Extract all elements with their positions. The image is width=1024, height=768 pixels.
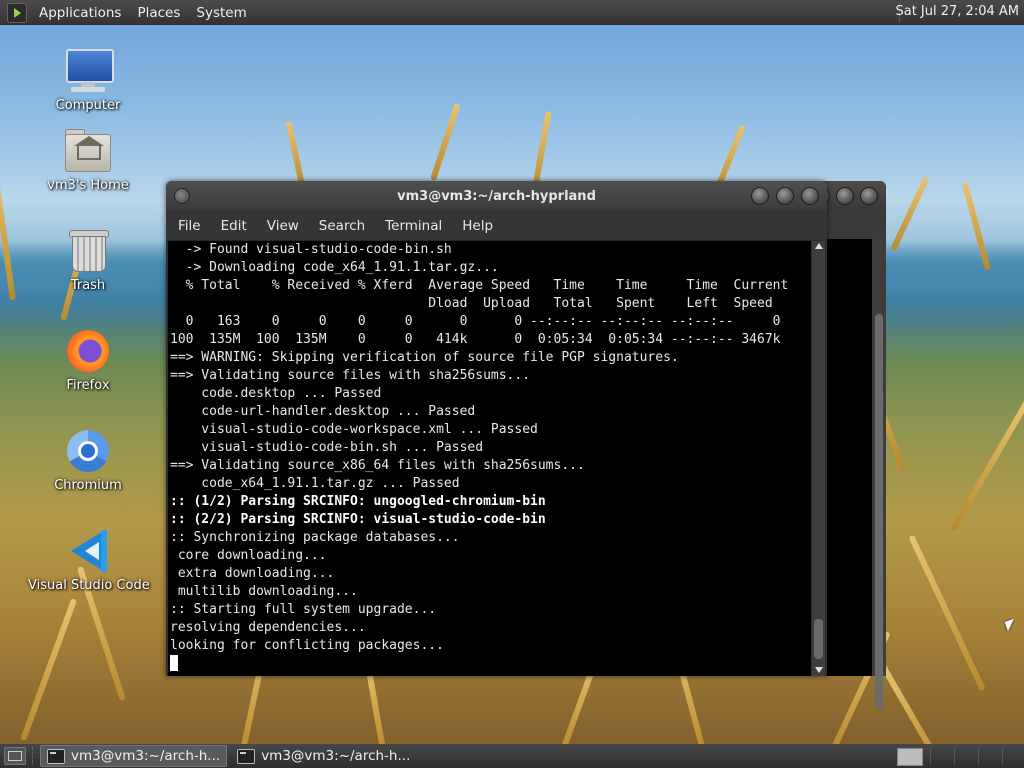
menu-applications[interactable]: Applications — [31, 5, 129, 21]
top-panel: Applications Places System Sat Jul 27, 2… — [0, 0, 1024, 25]
terminal-line: visual-studio-code-workspace.xml ... Pas… — [170, 422, 538, 437]
maximize-icon[interactable] — [776, 187, 794, 205]
desktop-icon-label: Computer — [55, 98, 121, 113]
terminal-line: Dload Upload Total Spent Left Speed — [170, 296, 773, 311]
bottom-taskbar: vm3@vm3:~/arch-h... vm3@vm3:~/arch-h... — [0, 744, 1024, 768]
window-title: vm3@vm3:~/arch-hyprland — [397, 189, 596, 204]
terminal-line: 0 163 0 0 0 0 0 0 --:--:-- --:--:-- --:-… — [170, 314, 781, 329]
taskbar-window-label: vm3@vm3:~/arch-h... — [261, 748, 411, 764]
grass-stalk — [430, 102, 461, 181]
terminal-line: ==> Validating source files with sha256s… — [170, 368, 531, 383]
terminal-line: multilib downloading... — [170, 584, 358, 599]
menu-file[interactable]: File — [166, 218, 211, 234]
terminal-menubar: File Edit View Search Terminal Help — [166, 211, 827, 241]
taskbar-window-label: vm3@vm3:~/arch-h... — [71, 748, 221, 764]
terminal-line: % Total % Received % Xferd Average Speed… — [170, 278, 789, 293]
menu-system[interactable]: System — [188, 5, 254, 21]
taskbar-separator — [32, 747, 34, 765]
desktop-icon-label: vm3's Home — [47, 178, 129, 193]
terminal-line: looking for conflicting packages... — [170, 638, 444, 653]
taskbar-window-button[interactable]: vm3@vm3:~/arch-h... — [40, 745, 228, 767]
terminal-line: visual-studio-code-bin.sh ... Passed — [170, 440, 484, 455]
desktop-icon-label: Trash — [70, 278, 106, 293]
terminal-line: :: (1/2) Parsing SRCINFO: ungoogled-chro… — [170, 494, 546, 509]
menu-edit[interactable]: Edit — [211, 218, 257, 234]
workspace-switcher-active[interactable] — [897, 748, 923, 766]
chromium-icon — [63, 426, 113, 476]
background-scrollbar[interactable] — [872, 239, 886, 709]
show-desktop-icon[interactable] — [4, 747, 26, 765]
vscode-icon — [63, 526, 113, 576]
terminal-line: core downloading... — [170, 548, 327, 563]
grass-stalk — [908, 534, 986, 692]
menu-terminal[interactable]: Terminal — [375, 218, 452, 234]
menu-search[interactable]: Search — [309, 218, 375, 234]
text-cursor — [170, 655, 178, 671]
close-icon[interactable] — [860, 187, 878, 205]
maximize-icon[interactable] — [836, 187, 854, 205]
terminal-text: -> Found visual-studio-code-bin.sh -> Do… — [170, 241, 788, 674]
terminal-line: :: (2/2) Parsing SRCINFO: visual-studio-… — [170, 512, 546, 527]
terminal-line: code.desktop ... Passed — [170, 386, 382, 401]
terminal-line: :: Synchronizing package databases... — [170, 530, 460, 545]
panel-clock[interactable]: Sat Jul 27, 2:04 AM — [895, 4, 1019, 19]
terminal-window[interactable]: vm3@vm3:~/arch-hyprland File Edit View S… — [166, 181, 827, 676]
terminal-titlebar[interactable]: vm3@vm3:~/arch-hyprland — [166, 181, 827, 211]
terminal-prompt-line — [170, 655, 788, 674]
terminal-line: -> Found visual-studio-code-bin.sh — [170, 242, 452, 257]
taskbar-window-button[interactable]: vm3@vm3:~/arch-h... — [231, 746, 416, 766]
firefox-icon — [63, 326, 113, 376]
grass-stalk — [20, 598, 78, 742]
desktop-icon-label: Visual Studio Code — [28, 578, 150, 593]
terminal-line: extra downloading... — [170, 566, 335, 581]
scroll-up-icon[interactable] — [815, 243, 823, 249]
scroll-down-icon[interactable] — [815, 667, 823, 673]
grass-stalk — [950, 398, 1024, 532]
terminal-line: -> Downloading code_x64_1.91.1.tar.gz... — [170, 260, 499, 275]
close-icon[interactable] — [801, 187, 819, 205]
computer-icon — [63, 46, 114, 96]
desktop-icon-label: Firefox — [66, 378, 110, 393]
scrollbar-thumb[interactable] — [814, 619, 823, 659]
desktop-icon-firefox[interactable]: Firefox — [28, 326, 148, 393]
terminal-line: code-url-handler.desktop ... Passed — [170, 404, 476, 419]
trash-icon — [63, 226, 113, 276]
menu-help[interactable]: Help — [452, 218, 503, 234]
minimize-icon[interactable] — [751, 187, 769, 205]
terminal-line: ==> WARNING: Skipping verification of so… — [170, 350, 679, 365]
terminal-line: ==> Validating source_x86_64 files with … — [170, 458, 585, 473]
terminal-line: code_x64_1.91.1.tar.gz ... Passed — [170, 476, 460, 491]
desktop-icon-trash[interactable]: Trash — [28, 226, 148, 293]
desktop-icon-chromium[interactable]: Chromium — [28, 426, 148, 493]
desktop-icon-vscode[interactable]: Visual Studio Code — [28, 526, 150, 593]
desktop-icon-computer[interactable]: Computer — [28, 46, 148, 113]
workspace-switcher[interactable] — [930, 747, 1024, 765]
terminal-line: :: Starting full system upgrade... — [170, 602, 437, 617]
desktop-icon-label: Chromium — [54, 478, 122, 493]
terminal-scrollbar[interactable] — [812, 241, 825, 676]
terminal-line: resolving dependencies... — [170, 620, 366, 635]
terminal-icon — [47, 748, 65, 764]
distro-logo-icon[interactable] — [7, 2, 27, 23]
menu-places[interactable]: Places — [129, 5, 188, 21]
terminal-line: 100 135M 100 135M 0 0 414k 0 0:05:34 0:0… — [170, 332, 781, 347]
menu-view[interactable]: View — [257, 218, 309, 234]
desktop-icon-home[interactable]: vm3's Home — [28, 126, 148, 193]
terminal-output[interactable]: -> Found visual-studio-code-bin.sh -> Do… — [168, 241, 811, 676]
home-folder-icon — [63, 126, 113, 176]
terminal-icon — [237, 748, 256, 764]
